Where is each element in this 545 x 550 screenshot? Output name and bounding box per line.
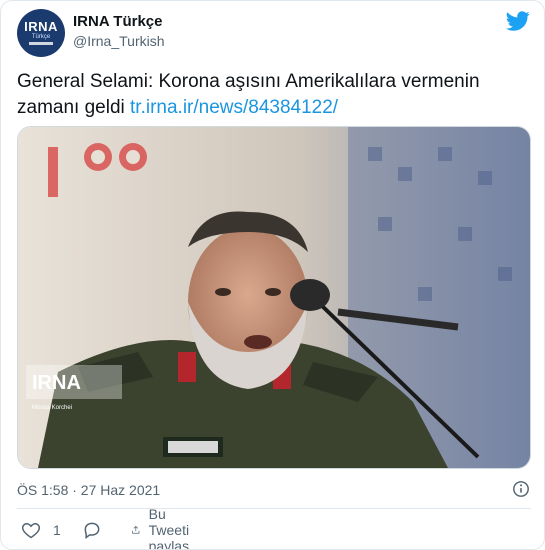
reply-bubble-icon (84, 522, 100, 539)
reply-button[interactable] (82, 518, 102, 542)
info-icon[interactable] (512, 480, 530, 498)
like-button[interactable]: 1 (21, 518, 61, 542)
share-label: Bu Tweeti paylaş (148, 506, 190, 550)
photo-watermark: IRNA (32, 372, 81, 394)
avatar-logo-subtext: Türkçe (31, 34, 51, 40)
tweet-timestamp[interactable]: ÖS 1:58 · 27 Haz 2021 (17, 482, 160, 498)
avatar-logo-text: IRNA (24, 19, 58, 34)
avatar-logo-bar (29, 42, 53, 45)
tweet-text: General Selami: Korona aşısını Amerikalı… (17, 69, 527, 121)
heart-icon (21, 522, 41, 539)
tweet-photo[interactable]: IRNA Moosa Korchei (17, 126, 531, 469)
avatar[interactable]: IRNA Türkçe (17, 9, 65, 57)
like-count: 1 (53, 522, 61, 538)
share-icon (132, 525, 140, 534)
display-name[interactable]: IRNA Türkçe (73, 13, 162, 30)
share-button[interactable]: Bu Tweeti paylaş (131, 506, 199, 549)
tweet-link[interactable]: tr.irna.ir/news/84384122/ (130, 97, 338, 118)
tweet-card: IRNA Türkçe IRNA Türkçe @Irna_Turkish Ge… (0, 0, 545, 550)
user-handle[interactable]: @Irna_Turkish (73, 33, 165, 49)
twitter-bird-icon[interactable] (506, 9, 530, 33)
photo-watermark-credit: Moosa Korchei (32, 405, 72, 411)
divider (17, 508, 531, 509)
photo-illustration: IRNA Moosa Korchei (18, 127, 530, 468)
